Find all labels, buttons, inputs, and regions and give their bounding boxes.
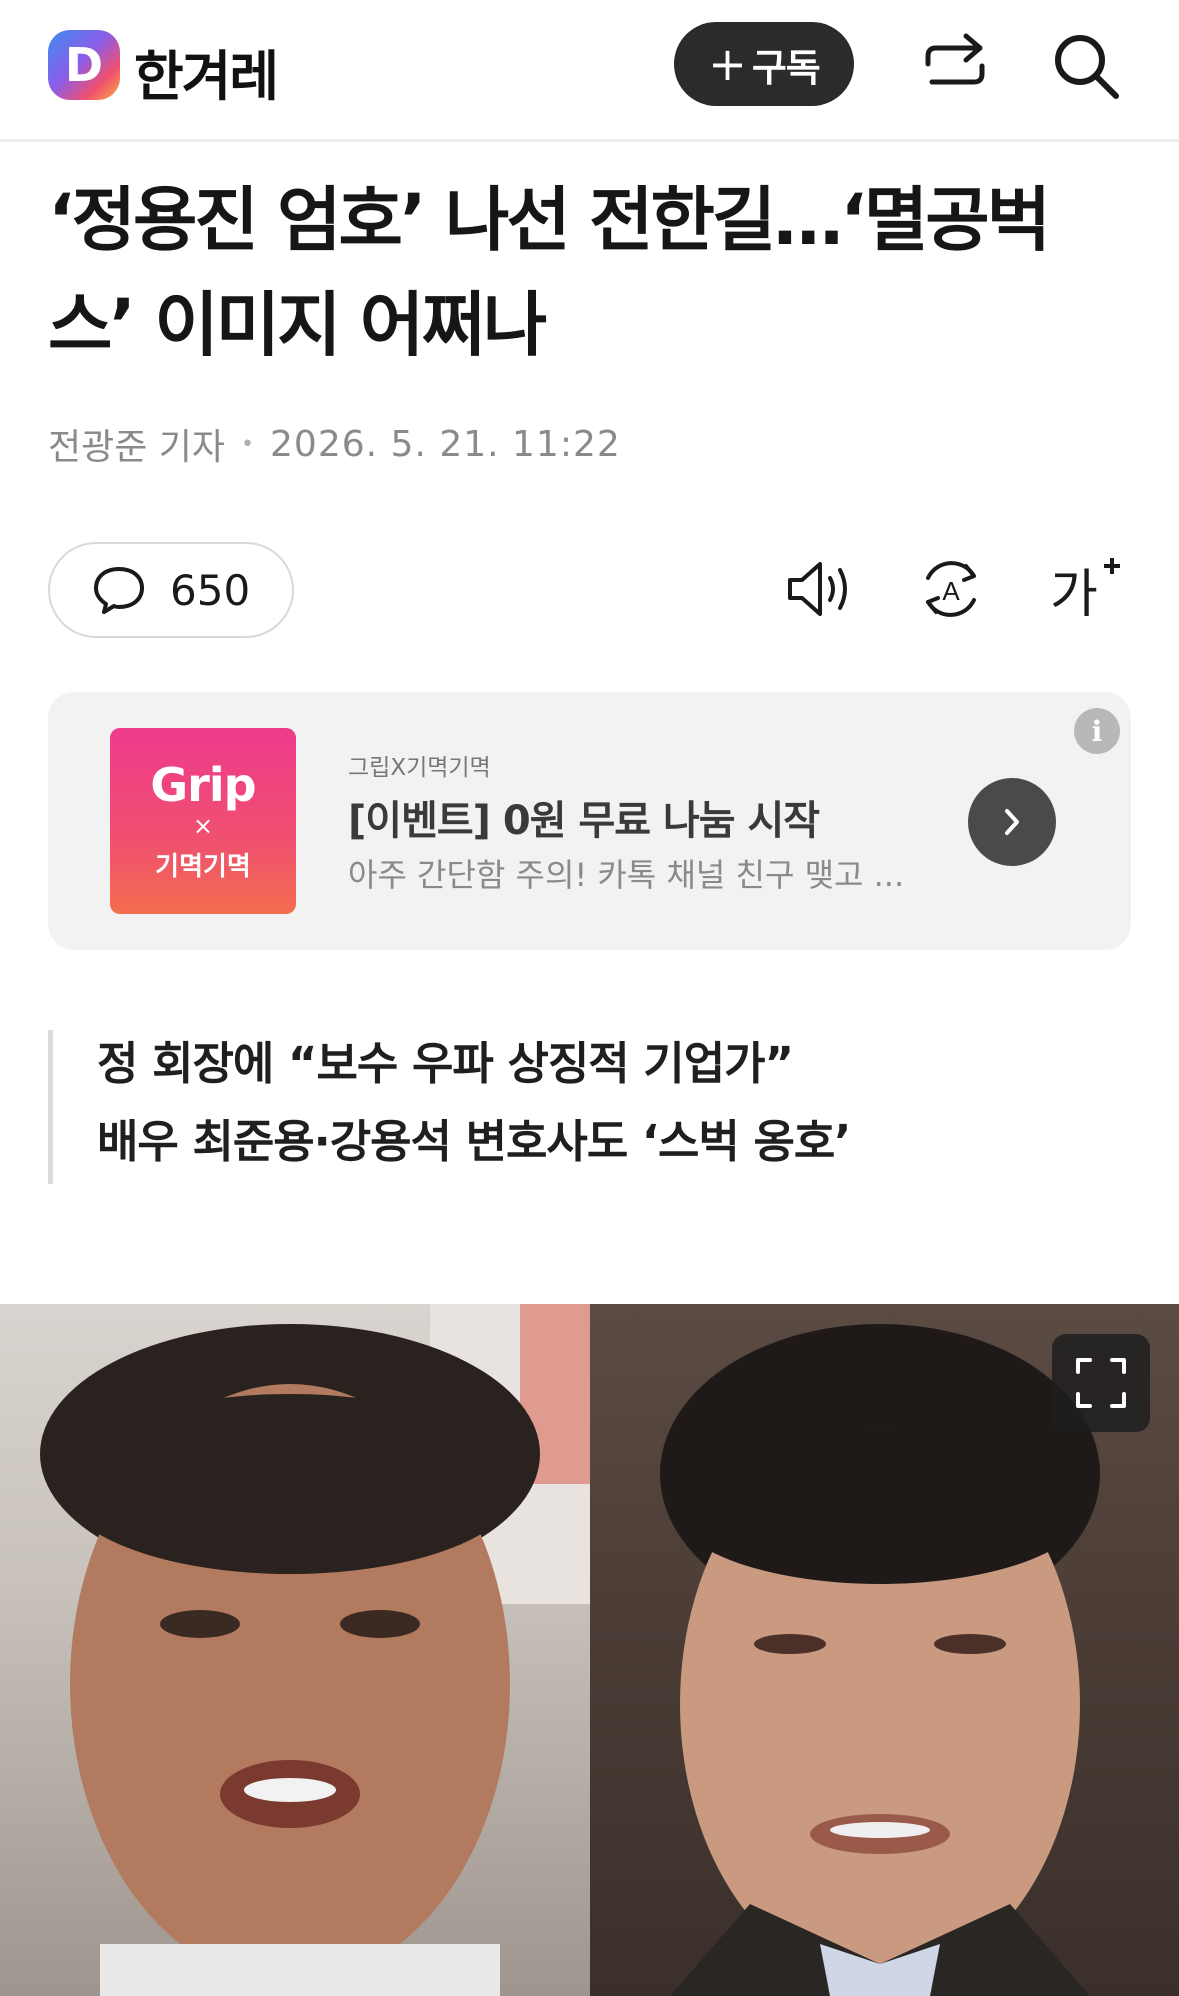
- article-headline: ‘정용진 엄호’ 나선 전한길…‘멸공벅 스’ 이미지 어쩌나: [48, 168, 1138, 378]
- font-size-icon[interactable]: 가: [1050, 552, 1130, 626]
- subheading-line-2: 배우 최준용·강용석 변호사도 ‘스벅 옹호’: [97, 1115, 851, 1168]
- ad-description: 아주 간단함 주의! 카톡 채널 친구 맺고 ...: [348, 856, 905, 894]
- brand-name[interactable]: 한겨레: [134, 32, 279, 111]
- subscribe-button[interactable]: + 구독: [674, 22, 854, 106]
- logo-letter: D: [64, 38, 104, 92]
- article-photo[interactable]: [0, 1304, 1179, 1996]
- ad-thumbnail: Grip × 기멱기멱: [110, 728, 296, 914]
- ad-banner[interactable]: Grip × 기멱기멱 그립X기멱기멱 [이벤트] 0원 무료 나눔 시작 아주…: [48, 692, 1131, 950]
- headline-line-2: 스’ 이미지 어쩌나: [48, 284, 547, 366]
- ad-sponsor: 그립X기멱기멱: [348, 755, 491, 781]
- speaker-icon[interactable]: [784, 556, 856, 626]
- share-icon[interactable]: [920, 30, 990, 104]
- expand-icon: [1076, 1358, 1126, 1408]
- comment-count: 650: [170, 565, 251, 615]
- chevron-right-icon: [1005, 809, 1019, 835]
- svg-text:가: 가: [1050, 565, 1098, 622]
- ad-thumb-brand: 기멱기멱: [155, 852, 251, 882]
- photo-left-portrait: [0, 1304, 590, 1996]
- ad-thumb-x: ×: [192, 812, 214, 840]
- subscribe-label: 구독: [751, 45, 821, 90]
- svg-text:A: A: [942, 576, 960, 606]
- publish-datetime: 2026. 5. 21. 11:22: [270, 423, 621, 465]
- ad-info-icon[interactable]: i: [1074, 708, 1120, 754]
- subheading-line-1: 정 회장에 “보수 우파 상징적 기업가”: [97, 1037, 794, 1090]
- plus-icon: +: [708, 37, 747, 91]
- ad-title: [이벤트] 0원 무료 나눔 시작: [348, 798, 820, 844]
- translate-icon[interactable]: A: [916, 556, 986, 626]
- separator-dot: •: [241, 431, 255, 457]
- comment-bubble-icon: [94, 567, 144, 614]
- comments-button[interactable]: 650: [48, 542, 294, 638]
- app-header: D 한겨레 + 구독: [0, 0, 1179, 142]
- search-icon[interactable]: [1050, 30, 1122, 106]
- article-subheading: 정 회장에 “보수 우파 상징적 기업가” 배우 최준용·강용석 변호사도 ‘스…: [48, 1030, 851, 1184]
- author-name[interactable]: 전광준 기자: [48, 418, 225, 470]
- article-byline: 전광준 기자 • 2026. 5. 21. 11:22: [48, 418, 621, 470]
- headline-line-1: ‘정용진 엄호’ 나선 전한길…‘멸공벅: [48, 179, 1051, 261]
- fullscreen-button[interactable]: [1052, 1334, 1150, 1432]
- app-logo[interactable]: D: [48, 30, 120, 100]
- ad-go-button[interactable]: [968, 778, 1056, 866]
- ad-thumb-title: Grip: [150, 758, 256, 812]
